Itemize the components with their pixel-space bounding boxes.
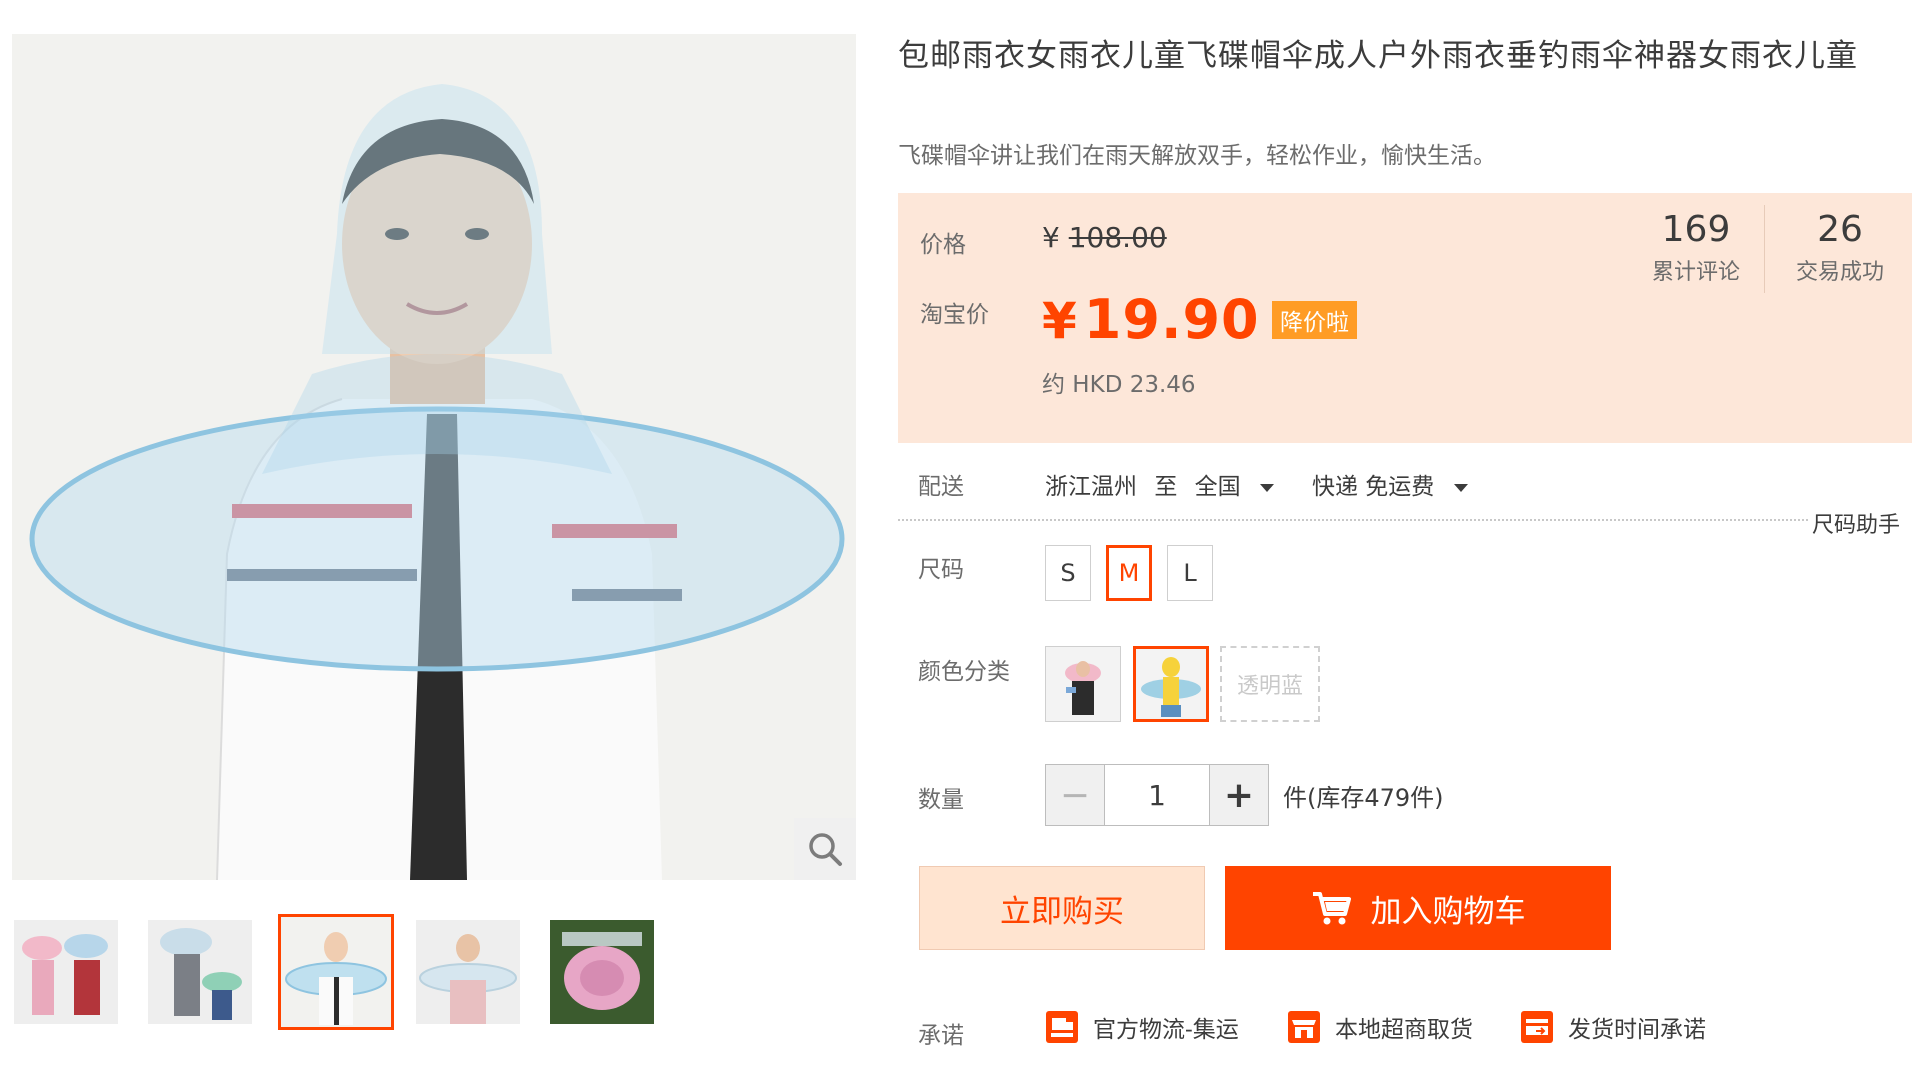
- thumbnail-3[interactable]: [278, 914, 394, 1030]
- size-option-m[interactable]: M: [1106, 545, 1152, 601]
- zoom-button[interactable]: [794, 818, 856, 880]
- promise-item-label: 官方物流-集运: [1093, 1017, 1239, 1043]
- caret-down-icon: [1453, 484, 1468, 492]
- main-product-image[interactable]: [12, 34, 856, 880]
- stat-transactions: 26 交易成功: [1770, 209, 1910, 286]
- shipping-destination: 全国: [1194, 474, 1241, 500]
- taobao-price-value: 19.90: [1083, 288, 1260, 351]
- size-option-s[interactable]: S: [1045, 545, 1091, 601]
- stat-reviews[interactable]: 169 累计评论: [1626, 209, 1766, 286]
- thumbnail-2[interactable]: [148, 920, 252, 1024]
- promise-store-pickup: 本地超商取货: [1287, 1010, 1473, 1044]
- stat-transactions-label: 交易成功: [1795, 260, 1884, 285]
- shipping-destination-selector[interactable]: 浙江温州 至 全国: [1045, 467, 1274, 501]
- quantity-stepper: − +: [1045, 764, 1269, 826]
- taobao-price-label: 淘宝价: [920, 302, 989, 328]
- stat-reviews-count: 169: [1661, 209, 1731, 250]
- quantity-input[interactable]: [1104, 765, 1209, 825]
- taobao-price: ¥19.90: [1042, 288, 1260, 351]
- promise-item-label: 发货时间承诺: [1568, 1017, 1706, 1043]
- add-to-cart-button[interactable]: 加入购物车: [1225, 866, 1611, 950]
- size-option-l[interactable]: L: [1167, 545, 1213, 601]
- buy-now-button[interactable]: 立即购买: [919, 866, 1205, 950]
- original-price: ¥ 108.00: [1042, 221, 1167, 254]
- buy-now-label: 立即购买: [1000, 893, 1124, 930]
- size-label: 尺码: [918, 557, 964, 583]
- hkd-price: 约 HKD 23.46: [1042, 372, 1196, 398]
- size-helper-link[interactable]: 尺码助手: [1812, 507, 1900, 539]
- add-to-cart-label: 加入购物车: [1370, 893, 1526, 930]
- shipping-method: 快递 免运费: [1312, 474, 1435, 500]
- quantity-decrease-button[interactable]: −: [1046, 765, 1104, 825]
- thumbnail-4[interactable]: [416, 920, 520, 1024]
- thumbnail-1[interactable]: [14, 920, 118, 1024]
- favorites-strip: [12, 1068, 512, 1080]
- logistics-icon: [1046, 1011, 1078, 1043]
- quantity-increase-button[interactable]: +: [1209, 765, 1268, 825]
- price-label: 价格: [920, 232, 966, 258]
- promise-label: 承诺: [918, 1023, 964, 1049]
- stock-info: 件(库存479件): [1283, 784, 1444, 812]
- store-icon: [1288, 1011, 1320, 1043]
- caret-down-icon: [1259, 484, 1274, 492]
- color-label: 颜色分类: [918, 659, 1010, 685]
- price-box: 价格 ¥ 108.00 淘宝价 ¥19.90 降价啦 约 HKD 23.46 1…: [898, 193, 1912, 443]
- color-option-transparent-blue[interactable]: 透明蓝: [1220, 646, 1320, 722]
- thumbnail-5[interactable]: [550, 920, 654, 1024]
- original-price-value: 108.00: [1068, 221, 1167, 254]
- promise-official-logistics: 官方物流-集运: [1045, 1010, 1239, 1044]
- quantity-label: 数量: [918, 787, 964, 813]
- divider: [898, 519, 1808, 521]
- magnifier-icon: [809, 833, 842, 866]
- product-subtitle: 飞碟帽伞讲让我们在雨天解放双手，轻松作业，愉快生活。: [898, 143, 1496, 169]
- stat-reviews-label: 累计评论: [1651, 260, 1740, 285]
- stat-transactions-count: 26: [1817, 209, 1863, 250]
- color-option-2[interactable]: [1133, 646, 1209, 722]
- shipping-to: 至: [1154, 474, 1178, 500]
- stat-divider: [1764, 205, 1765, 293]
- shipping-origin: 浙江温州: [1045, 474, 1137, 500]
- promise-item-label: 本地超商取货: [1335, 1017, 1473, 1043]
- cart-icon: [1312, 892, 1351, 925]
- delivery-time-icon: [1521, 1011, 1553, 1043]
- shipping-method-selector[interactable]: 快递 免运费: [1312, 467, 1468, 501]
- promo-badge: 降价啦: [1272, 301, 1357, 339]
- promise-ship-time: 发货时间承诺: [1520, 1010, 1706, 1044]
- taobao-price-currency: ¥: [1042, 292, 1078, 350]
- color-option-1[interactable]: [1045, 646, 1121, 722]
- shipping-label: 配送: [918, 474, 964, 500]
- original-price-currency: ¥: [1042, 221, 1060, 254]
- product-title: 包邮雨衣女雨衣儿童飞碟帽伞成人户外雨衣垂钓雨伞神器女雨衣儿童: [898, 38, 1858, 74]
